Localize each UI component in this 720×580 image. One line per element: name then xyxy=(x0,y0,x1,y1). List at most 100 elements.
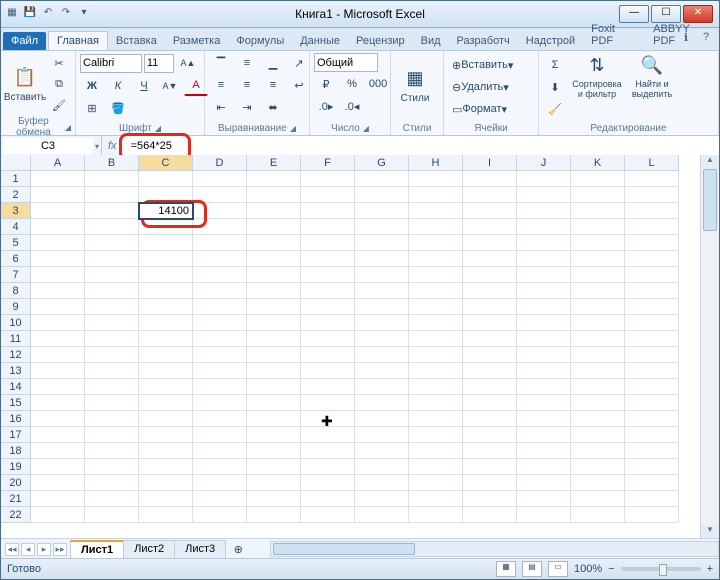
cell-K8[interactable] xyxy=(571,283,625,299)
cell-E9[interactable] xyxy=(247,299,301,315)
cell-G2[interactable] xyxy=(355,187,409,203)
row-header-14[interactable]: 14 xyxy=(1,379,31,395)
indent-inc-button[interactable]: ⇥ xyxy=(235,97,259,117)
copy-button[interactable]: ⧉ xyxy=(47,74,71,94)
cell-B22[interactable] xyxy=(85,507,139,523)
cell-I6[interactable] xyxy=(463,251,517,267)
cell-B16[interactable] xyxy=(85,411,139,427)
row-header-6[interactable]: 6 xyxy=(1,251,31,267)
cell-C1[interactable] xyxy=(139,171,193,187)
align-middle-button[interactable]: ≡ xyxy=(235,53,259,73)
cell-G7[interactable] xyxy=(355,267,409,283)
col-header-G[interactable]: G xyxy=(355,155,409,171)
scroll-up-icon[interactable]: ▲ xyxy=(701,155,719,169)
cell-I22[interactable] xyxy=(463,507,517,523)
zoom-out-button[interactable]: − xyxy=(608,563,614,575)
cell-K3[interactable] xyxy=(571,203,625,219)
cell-D4[interactable] xyxy=(193,219,247,235)
cell-F1[interactable] xyxy=(301,171,355,187)
cell-G16[interactable] xyxy=(355,411,409,427)
paste-button[interactable]: 📋 Вставить xyxy=(5,66,45,103)
scroll-down-icon[interactable]: ▼ xyxy=(701,525,719,539)
cell-D22[interactable] xyxy=(193,507,247,523)
cell-B9[interactable] xyxy=(85,299,139,315)
row-header-16[interactable]: 16 xyxy=(1,411,31,427)
cell-J8[interactable] xyxy=(517,283,571,299)
cell-K4[interactable] xyxy=(571,219,625,235)
cell-J22[interactable] xyxy=(517,507,571,523)
cell-A9[interactable] xyxy=(31,299,85,315)
cell-G17[interactable] xyxy=(355,427,409,443)
cell-H1[interactable] xyxy=(409,171,463,187)
cell-E21[interactable] xyxy=(247,491,301,507)
cell-G15[interactable] xyxy=(355,395,409,411)
spreadsheet-grid[interactable]: ABCDEFGHIJKL1231410045678910111213141516… xyxy=(1,155,701,523)
info-icon[interactable]: ℹ xyxy=(679,30,693,44)
tab-вид[interactable]: Вид xyxy=(413,32,449,50)
cell-K20[interactable] xyxy=(571,475,625,491)
cell-G12[interactable] xyxy=(355,347,409,363)
cell-I12[interactable] xyxy=(463,347,517,363)
cell-E1[interactable] xyxy=(247,171,301,187)
increase-font-button[interactable]: A▲ xyxy=(176,53,200,73)
cell-B17[interactable] xyxy=(85,427,139,443)
cell-A14[interactable] xyxy=(31,379,85,395)
decrease-decimal-button[interactable]: .0◂ xyxy=(340,96,364,116)
cell-K15[interactable] xyxy=(571,395,625,411)
cell-F19[interactable] xyxy=(301,459,355,475)
cell-B19[interactable] xyxy=(85,459,139,475)
col-header-H[interactable]: H xyxy=(409,155,463,171)
vertical-scrollbar[interactable]: ▲ ▼ xyxy=(700,155,719,539)
cell-E19[interactable] xyxy=(247,459,301,475)
row-header-11[interactable]: 11 xyxy=(1,331,31,347)
row-header-12[interactable]: 12 xyxy=(1,347,31,363)
col-header-F[interactable]: F xyxy=(301,155,355,171)
cell-A2[interactable] xyxy=(31,187,85,203)
row-header-15[interactable]: 15 xyxy=(1,395,31,411)
undo-icon[interactable]: ↶ xyxy=(41,5,55,19)
merge-button[interactable]: ⬌ xyxy=(261,97,285,117)
cell-C7[interactable] xyxy=(139,267,193,283)
col-header-J[interactable]: J xyxy=(517,155,571,171)
cell-E2[interactable] xyxy=(247,187,301,203)
cell-L21[interactable] xyxy=(625,491,679,507)
cell-B20[interactable] xyxy=(85,475,139,491)
cell-A8[interactable] xyxy=(31,283,85,299)
cell-F7[interactable] xyxy=(301,267,355,283)
cell-A5[interactable] xyxy=(31,235,85,251)
cell-H3[interactable] xyxy=(409,203,463,219)
row-header-19[interactable]: 19 xyxy=(1,459,31,475)
currency-button[interactable]: ₽ xyxy=(314,74,338,94)
cell-J10[interactable] xyxy=(517,315,571,331)
cell-G11[interactable] xyxy=(355,331,409,347)
cell-J15[interactable] xyxy=(517,395,571,411)
cell-G18[interactable] xyxy=(355,443,409,459)
cell-L17[interactable] xyxy=(625,427,679,443)
cell-H9[interactable] xyxy=(409,299,463,315)
dialog-launcher-icon[interactable]: ◢ xyxy=(155,124,161,133)
italic-button[interactable]: К xyxy=(106,76,130,96)
cell-B5[interactable] xyxy=(85,235,139,251)
cell-J2[interactable] xyxy=(517,187,571,203)
sheet-tab-Лист1[interactable]: Лист1 xyxy=(70,540,124,558)
cell-H2[interactable] xyxy=(409,187,463,203)
cell-F9[interactable] xyxy=(301,299,355,315)
cell-I4[interactable] xyxy=(463,219,517,235)
cell-L1[interactable] xyxy=(625,171,679,187)
cell-E6[interactable] xyxy=(247,251,301,267)
cell-J6[interactable] xyxy=(517,251,571,267)
sheet-tab-Лист2[interactable]: Лист2 xyxy=(123,540,175,558)
cell-L18[interactable] xyxy=(625,443,679,459)
cell-H16[interactable] xyxy=(409,411,463,427)
cell-D18[interactable] xyxy=(193,443,247,459)
number-format-box[interactable]: Общий xyxy=(314,53,378,72)
cell-G8[interactable] xyxy=(355,283,409,299)
cell-D13[interactable] xyxy=(193,363,247,379)
align-bottom-button[interactable]: ▁ xyxy=(261,53,285,73)
cell-F15[interactable] xyxy=(301,395,355,411)
col-header-D[interactable]: D xyxy=(193,155,247,171)
cell-C20[interactable] xyxy=(139,475,193,491)
cell-J20[interactable] xyxy=(517,475,571,491)
row-header-9[interactable]: 9 xyxy=(1,299,31,315)
cell-I7[interactable] xyxy=(463,267,517,283)
